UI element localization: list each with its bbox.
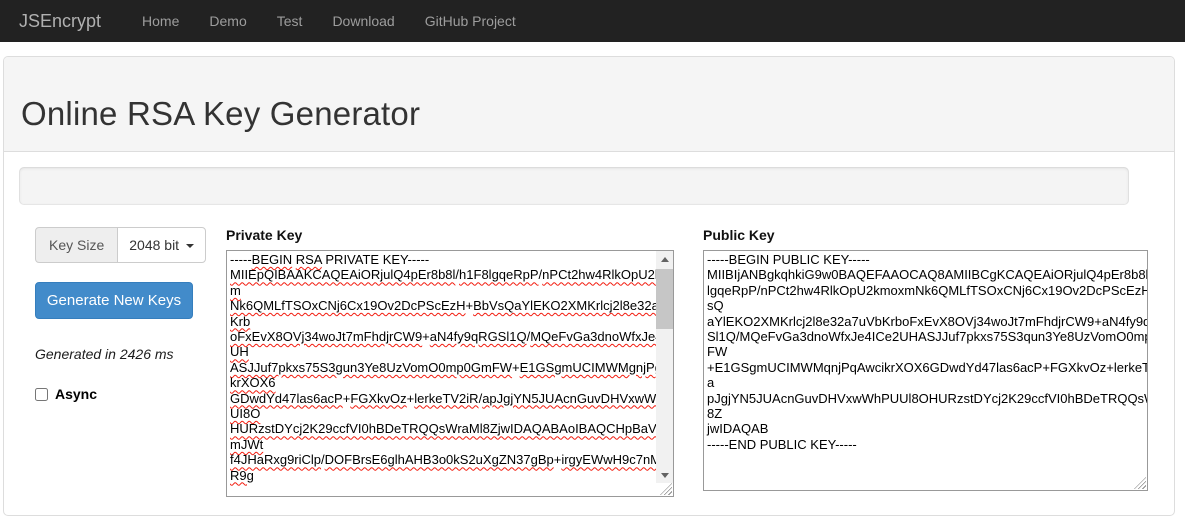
async-label: Async xyxy=(55,386,97,402)
page-title: Online RSA Key Generator xyxy=(21,95,1174,133)
nav-item-test[interactable]: Test xyxy=(262,13,318,29)
async-option[interactable]: Async xyxy=(35,386,207,402)
private-key-column: Private Key -----BEGIN RSA PRIVATE KEY--… xyxy=(226,227,674,497)
public-key-text: -----BEGIN PUBLIC KEY-----MIIBIjANBgkqhk… xyxy=(704,251,1147,453)
key-line: ASJJuf7pkxs75S3gun3Ye8UzVomO0mp0GmFW+E1G… xyxy=(230,360,670,375)
private-key-scrollbar[interactable] xyxy=(656,251,673,483)
form-row: Key Size 2048 bit Generate New Keys Gene… xyxy=(19,227,1159,497)
key-line: Krb xyxy=(230,314,670,329)
generate-keys-button[interactable]: Generate New Keys xyxy=(35,282,193,319)
key-line: +E1GSgmUCIMWMqnjPqAwcikrXOX6GDwdYd47las6… xyxy=(707,360,1144,375)
nav-item-github-project[interactable]: GitHub Project xyxy=(410,13,531,29)
key-line: -----END PUBLIC KEY----- xyxy=(707,437,1144,452)
key-line: lgqeRpP/nPCt2hw4RlkOpU2kmoxmNk6QMLfTSOxC… xyxy=(707,283,1144,298)
progress-bar xyxy=(19,167,1129,205)
resize-handle-icon[interactable] xyxy=(1134,477,1146,489)
key-line: sQ xyxy=(707,298,1144,313)
main-panel: Online RSA Key Generator Key Size 2048 b… xyxy=(3,56,1175,516)
key-line: R9g xyxy=(230,468,670,483)
navbar: JSEncrypt HomeDemoTestDownloadGitHub Pro… xyxy=(0,0,1185,42)
generated-status: Generated in 2426 ms xyxy=(35,346,207,362)
key-line: Nk6QMLfTSOxCNj6Cx19Ov2DcPScEzH+BbVsQaYlE… xyxy=(230,298,670,313)
private-key-label: Private Key xyxy=(226,227,674,243)
nav-item-home[interactable]: Home xyxy=(127,13,194,29)
navbar-brand[interactable]: JSEncrypt xyxy=(19,11,115,32)
nav-item-demo[interactable]: Demo xyxy=(194,13,261,29)
key-line: mJWt xyxy=(230,437,670,452)
page-header: Online RSA Key Generator xyxy=(4,57,1174,152)
key-line: FW xyxy=(707,344,1144,359)
key-line: -----BEGIN PUBLIC KEY----- xyxy=(707,252,1144,267)
key-line: jwIDAQAB xyxy=(707,421,1144,436)
private-key-textarea[interactable]: -----BEGIN RSA PRIVATE KEY-----MIIEpQIBA… xyxy=(226,250,674,497)
key-line: UI8O xyxy=(230,406,670,421)
key-line: MIIBIjANBgkqhkiG9w0BAQEFAAOCAQ8AMIIBCgKC… xyxy=(707,267,1144,282)
controls-column: Key Size 2048 bit Generate New Keys Gene… xyxy=(35,227,207,402)
key-line: krXOX6 xyxy=(230,375,670,390)
key-size-value: 2048 bit xyxy=(129,237,179,253)
key-line: pJgjYN5JUAcnGuvDHVxwWhPUUl8OHURzstDYcj2K… xyxy=(707,391,1144,406)
key-line: UH xyxy=(230,344,670,359)
public-key-textarea[interactable]: -----BEGIN PUBLIC KEY-----MIIBIjANBgkqhk… xyxy=(703,250,1148,491)
key-line: m xyxy=(230,283,670,298)
resize-handle-icon[interactable] xyxy=(660,483,672,495)
key-size-dropdown[interactable]: 2048 bit xyxy=(117,227,206,263)
key-size-group: Key Size 2048 bit xyxy=(35,227,207,263)
caret-down-icon xyxy=(186,244,194,248)
scroll-down-icon[interactable] xyxy=(656,467,673,483)
scroll-up-icon[interactable] xyxy=(656,251,673,267)
async-checkbox[interactable] xyxy=(35,388,48,401)
key-line: oFxEvX8OVj34woJt7mFhdjrCW9+aN4fy9qRGSl1Q… xyxy=(230,329,670,344)
key-size-label: Key Size xyxy=(35,227,118,263)
navbar-menu: HomeDemoTestDownloadGitHub Project xyxy=(127,13,531,29)
panel-body: Key Size 2048 bit Generate New Keys Gene… xyxy=(4,152,1174,515)
key-line: Sl1Q/MQeFvGa3dnoWfxJe4ICe2UHASJJuf7pkxs7… xyxy=(707,329,1144,344)
key-line: a xyxy=(707,375,1144,390)
scrollbar-thumb[interactable] xyxy=(656,269,673,329)
key-line: MIIEpQIBAAKCAQEAiORjulQ4pEr8b8l/h1F8lgqe… xyxy=(230,267,670,282)
nav-item-download[interactable]: Download xyxy=(317,13,409,29)
private-key-text: -----BEGIN RSA PRIVATE KEY-----MIIEpQIBA… xyxy=(227,251,673,484)
public-key-label: Public Key xyxy=(703,227,1148,243)
key-line: -----BEGIN RSA PRIVATE KEY----- xyxy=(230,252,670,267)
public-key-column: Public Key -----BEGIN PUBLIC KEY-----MII… xyxy=(703,227,1148,491)
key-line: GDwdYd47las6acP+FGXkvOz+lerkeTV2iR/apJgj… xyxy=(230,391,670,406)
key-line: aYlEKO2XMKrlcj2l8e32a7uVbKrboFxEvX8OVj34… xyxy=(707,314,1144,329)
key-line: 8Z xyxy=(707,406,1144,421)
key-line: f4JHaRxg9riClp/DOFBrsE6glhAHB3o0kS2uXgZN… xyxy=(230,452,670,467)
key-line: HURzstDYcj2K29ccfVI0hBDeTRQQsWraMl8ZjwID… xyxy=(230,421,670,436)
